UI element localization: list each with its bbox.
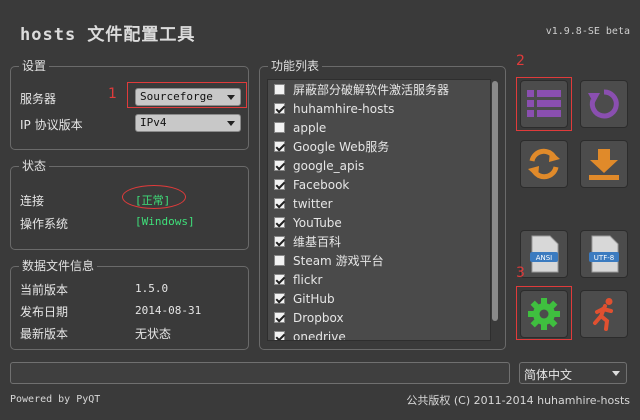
highlight-box-1 bbox=[127, 82, 247, 108]
function-checkbox[interactable] bbox=[274, 198, 285, 209]
function-label: Google Web服务 bbox=[293, 140, 390, 154]
language-select[interactable]: 简体中文 bbox=[519, 362, 627, 384]
function-list-button[interactable] bbox=[520, 80, 568, 128]
function-list-item[interactable]: onedrive bbox=[268, 327, 490, 341]
function-list-item[interactable]: 屏蔽部分破解软件激活服务器 bbox=[268, 80, 490, 99]
function-label: google_apis bbox=[293, 158, 365, 173]
function-list-item[interactable]: twitter bbox=[268, 194, 490, 213]
ip-version-select[interactable]: IPv4 bbox=[135, 114, 241, 132]
settings-group: 设置 服务器 Sourceforge IP 协议版本 IPv4 bbox=[10, 59, 249, 150]
copyright: 公共版权 (C) 2011-2014 huhamhire-hosts bbox=[406, 394, 630, 407]
function-checkbox[interactable] bbox=[274, 255, 285, 266]
version-label: v1.9.8-SE beta bbox=[545, 26, 630, 37]
annotation-3: 3 bbox=[516, 265, 525, 281]
ansi-file-icon: ANSI bbox=[530, 235, 559, 273]
latest-version-label: 最新版本 bbox=[20, 327, 69, 341]
export-utf8-button[interactable]: UTF-8 bbox=[580, 230, 628, 278]
function-list[interactable]: 屏蔽部分破解软件激活服务器 huhamhire-hosts apple Google … bbox=[267, 79, 491, 341]
gear-icon bbox=[528, 298, 560, 330]
function-label: Facebook bbox=[293, 177, 350, 192]
datafile-legend: 数据文件信息 bbox=[19, 259, 98, 273]
export-ansi-button[interactable]: ANSI bbox=[520, 230, 568, 278]
running-man-icon bbox=[593, 298, 613, 331]
release-date-label: 发布日期 bbox=[20, 305, 69, 319]
function-checkbox[interactable] bbox=[274, 312, 285, 323]
function-list-item[interactable]: GitHub bbox=[268, 289, 490, 308]
function-checkbox[interactable] bbox=[274, 103, 285, 114]
download-button[interactable] bbox=[580, 140, 628, 188]
function-checkbox[interactable] bbox=[274, 236, 285, 247]
function-checkbox[interactable] bbox=[274, 160, 285, 171]
exit-button[interactable] bbox=[580, 290, 628, 338]
undo-icon bbox=[588, 89, 619, 119]
function-label: flickr bbox=[293, 272, 323, 287]
function-list-item[interactable]: flickr bbox=[268, 270, 490, 289]
chevron-down-icon bbox=[612, 371, 620, 376]
highlight-ellipse-status bbox=[122, 185, 186, 209]
os-label: 操作系统 bbox=[20, 217, 69, 231]
function-list-item[interactable]: Steam 游戏平台 bbox=[268, 251, 490, 270]
function-checkbox[interactable] bbox=[274, 122, 285, 133]
function-checkbox[interactable] bbox=[274, 331, 285, 340]
connection-label: 连接 bbox=[20, 194, 45, 208]
settings-apply-button[interactable] bbox=[520, 290, 568, 338]
function-label: 屏蔽部分破解软件激活服务器 bbox=[293, 83, 450, 97]
ip-version-value: IPv4 bbox=[140, 116, 167, 129]
download-icon bbox=[589, 149, 619, 180]
function-checkbox[interactable] bbox=[274, 84, 285, 95]
function-list-item[interactable]: Dropbox bbox=[268, 308, 490, 327]
function-list-item[interactable]: google_apis bbox=[268, 156, 490, 175]
function-label: huhamhire-hosts bbox=[293, 101, 395, 116]
function-checkbox[interactable] bbox=[274, 141, 285, 152]
function-checkbox[interactable] bbox=[274, 293, 285, 304]
function-list-item[interactable]: 维基百科 bbox=[268, 232, 490, 251]
latest-version-value: 无状态 bbox=[135, 327, 172, 341]
function-label: apple bbox=[293, 120, 327, 135]
ansi-badge-text: ANSI bbox=[536, 254, 553, 262]
ip-version-label: IP 协议版本 bbox=[20, 118, 83, 132]
current-version-value: 1.5.0 bbox=[135, 282, 169, 295]
function-list-item[interactable]: Facebook bbox=[268, 175, 490, 194]
release-date-value: 2014-08-31 bbox=[135, 304, 202, 317]
function-label: Steam 游戏平台 bbox=[293, 254, 384, 268]
powered-by: Powered by PyQT bbox=[10, 394, 101, 405]
restore-button[interactable] bbox=[580, 80, 628, 128]
utf8-file-icon: UTF-8 bbox=[589, 235, 619, 273]
function-list-item[interactable]: Google Web服务 bbox=[268, 137, 490, 156]
utf8-badge-text: UTF-8 bbox=[594, 254, 614, 262]
server-label: 服务器 bbox=[20, 92, 57, 106]
list-icon bbox=[527, 90, 561, 117]
chevron-down-icon bbox=[227, 121, 235, 126]
message-box[interactable] bbox=[10, 362, 510, 384]
status-legend: 状态 bbox=[19, 159, 50, 173]
function-label: Dropbox bbox=[293, 310, 344, 325]
function-list-item[interactable]: apple bbox=[268, 118, 490, 137]
function-label: YouTube bbox=[293, 215, 342, 230]
refresh-button[interactable] bbox=[520, 140, 568, 188]
function-label: GitHub bbox=[293, 291, 335, 306]
function-label: twitter bbox=[293, 196, 333, 211]
language-value: 简体中文 bbox=[524, 368, 573, 382]
status-group: 状态 连接 [正常] 操作系统 [Windows] bbox=[10, 159, 249, 250]
annotation-1: 1 bbox=[108, 86, 117, 102]
settings-legend: 设置 bbox=[19, 59, 50, 73]
app-title: hosts 文件配置工具 bbox=[20, 25, 196, 45]
annotation-2: 2 bbox=[516, 53, 525, 69]
scrollbar-thumb[interactable] bbox=[492, 81, 498, 321]
function-label: 维基百科 bbox=[293, 235, 342, 249]
current-version-label: 当前版本 bbox=[20, 283, 69, 297]
function-checkbox[interactable] bbox=[274, 274, 285, 285]
function-list-item[interactable]: YouTube bbox=[268, 213, 490, 232]
refresh-icon bbox=[528, 148, 560, 180]
datafile-group: 数据文件信息 当前版本 1.5.0 发布日期 2014-08-31 最新版本 无… bbox=[10, 259, 249, 350]
function-label: onedrive bbox=[293, 329, 346, 341]
function-list-item[interactable]: huhamhire-hosts bbox=[268, 99, 490, 118]
function-checkbox[interactable] bbox=[274, 217, 285, 228]
os-value: [Windows] bbox=[135, 215, 195, 228]
function-list-scrollbar[interactable] bbox=[491, 79, 499, 341]
function-list-legend: 功能列表 bbox=[268, 59, 323, 73]
function-checkbox[interactable] bbox=[274, 179, 285, 190]
